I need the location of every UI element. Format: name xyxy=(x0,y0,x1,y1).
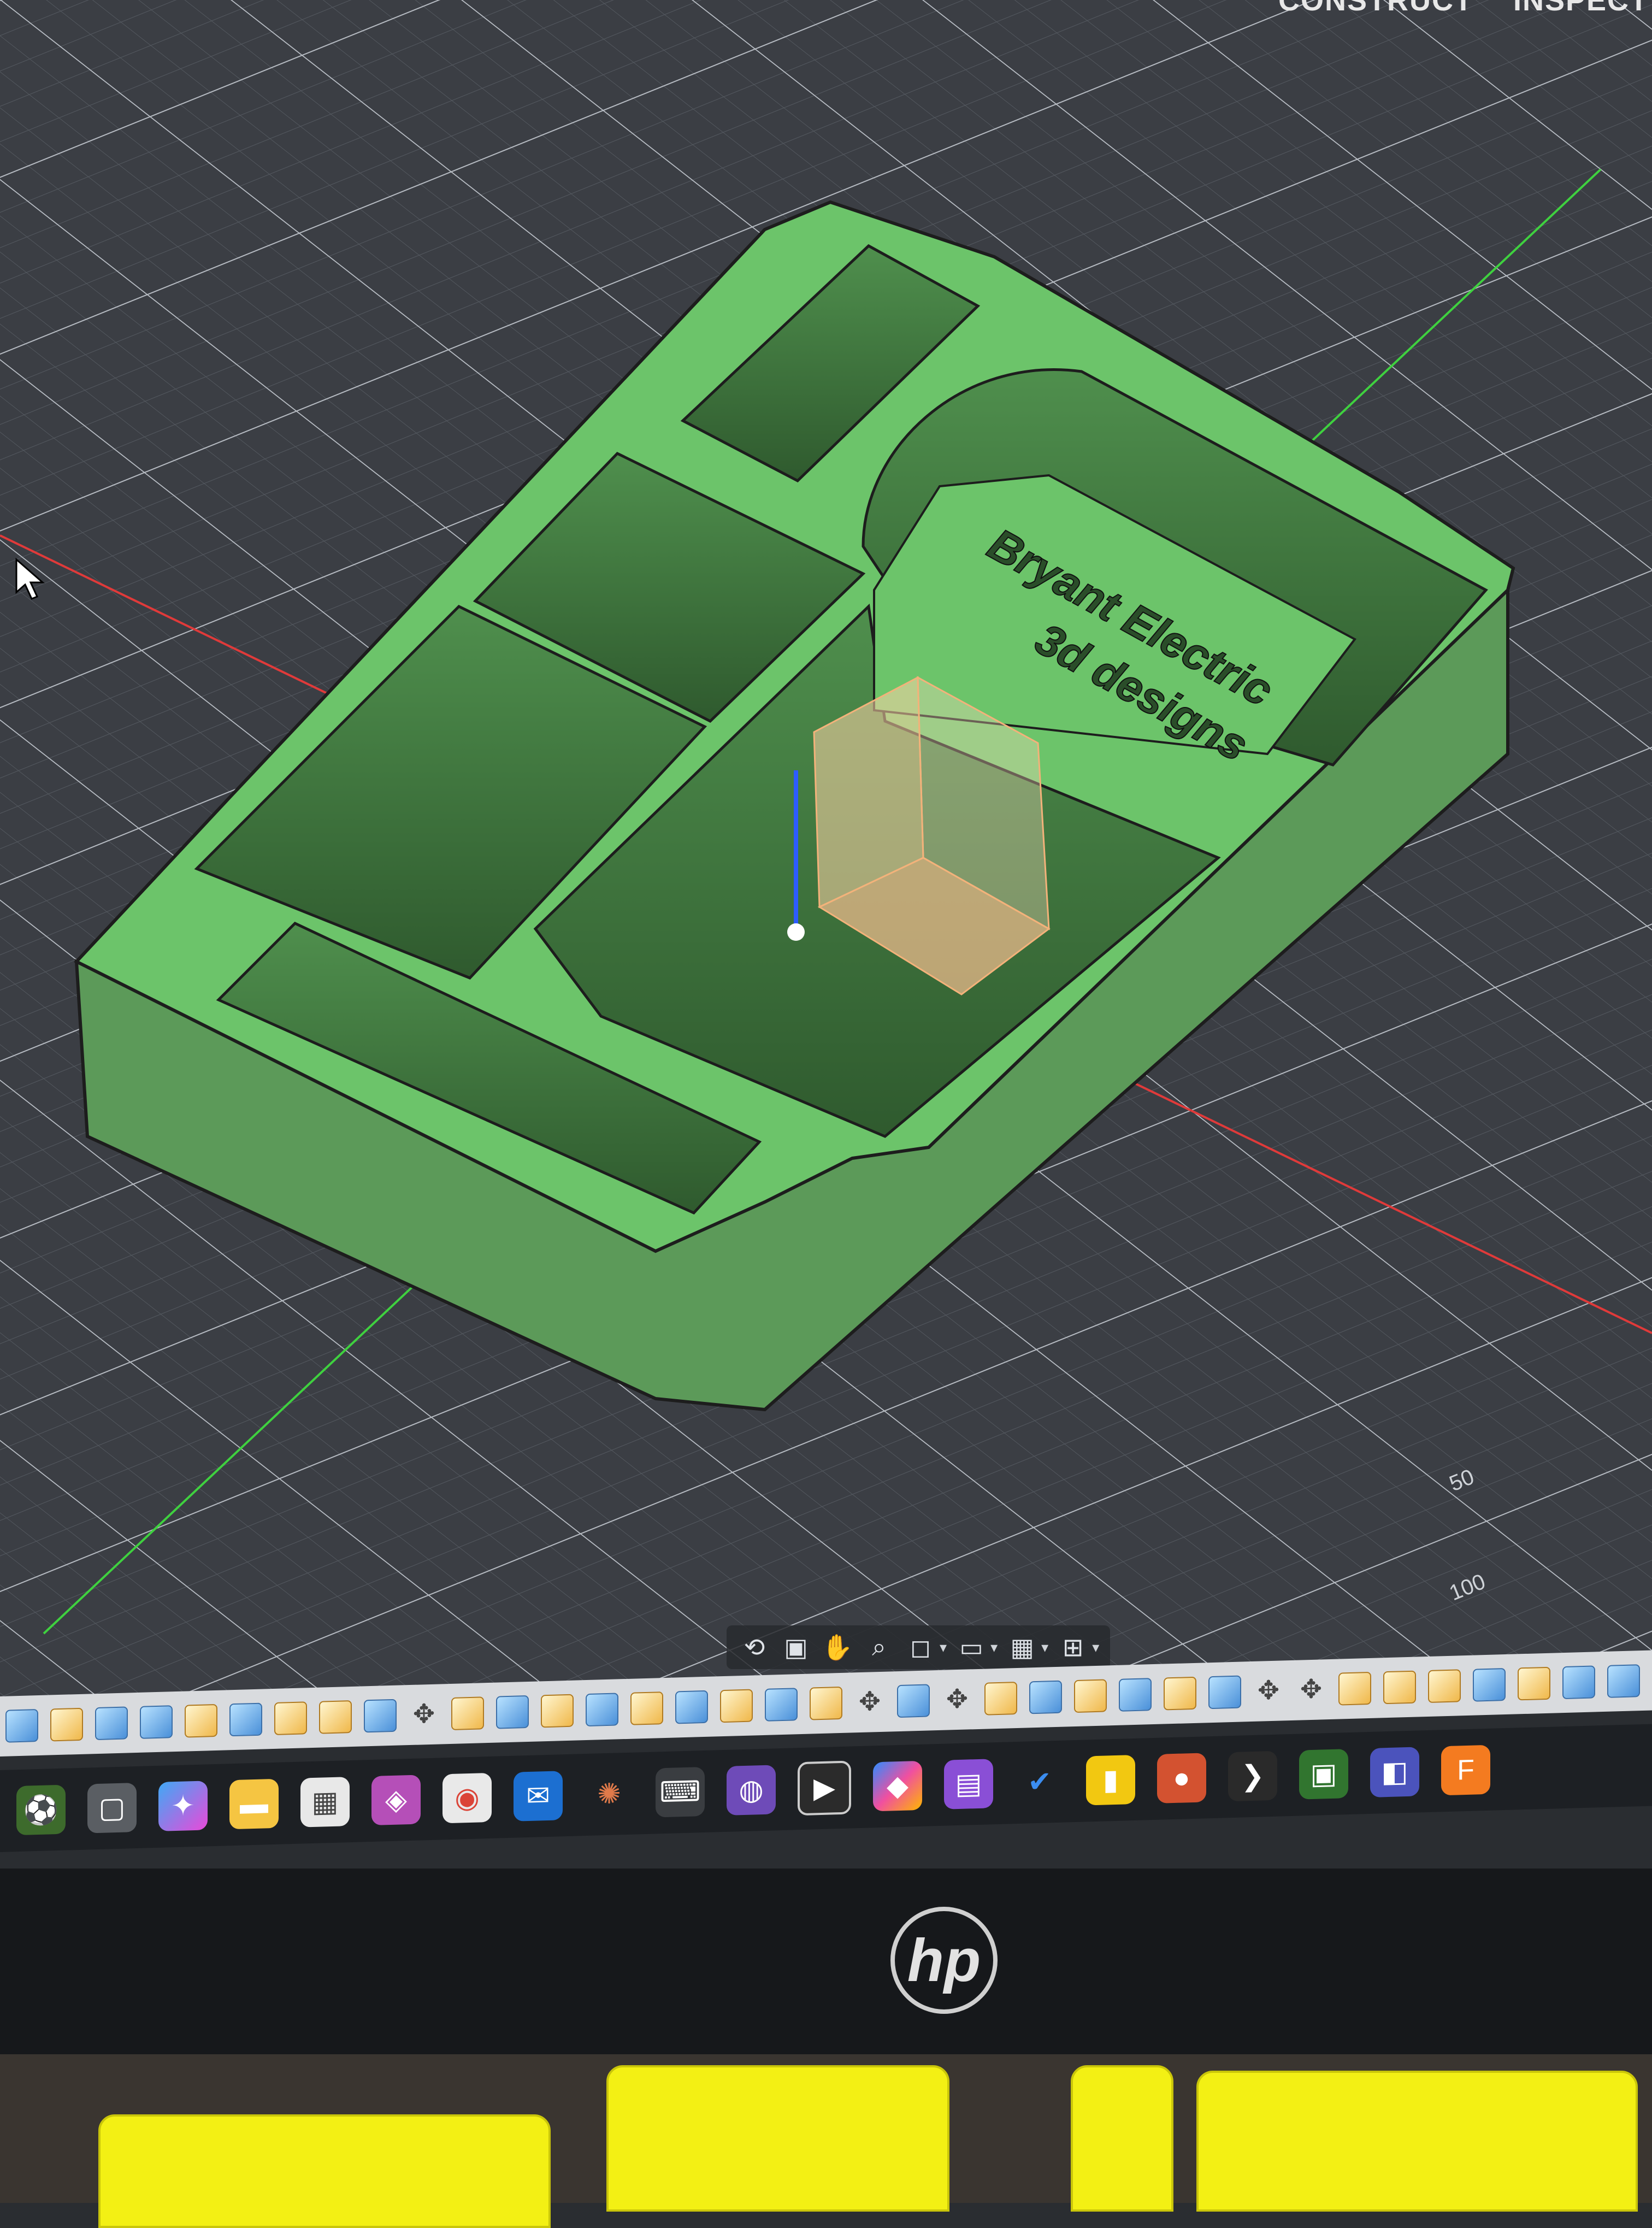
yellow-bin xyxy=(1196,2071,1638,2212)
desk-area xyxy=(0,2054,1652,2228)
sketch-tool-icon[interactable] xyxy=(1164,1676,1196,1711)
monitor-bezel xyxy=(0,1869,1652,2076)
github-icon[interactable]: ◍ xyxy=(727,1765,776,1816)
pan-icon[interactable]: ✋ xyxy=(821,1630,854,1664)
sketch-tool-icon[interactable] xyxy=(319,1700,352,1734)
media-player-icon[interactable]: ▶ xyxy=(798,1760,851,1816)
file-explorer-icon[interactable]: ▬ xyxy=(229,1778,279,1830)
origin-point[interactable] xyxy=(787,923,805,941)
sketch-tool-icon[interactable] xyxy=(50,1707,83,1742)
mesh-tool-icon[interactable] xyxy=(496,1695,529,1729)
sketch-tool-icon[interactable] xyxy=(1338,1671,1371,1706)
display-settings-icon[interactable]: ▭ xyxy=(954,1630,988,1664)
mesh-tool-icon[interactable] xyxy=(1607,1664,1640,1698)
fusion-icon[interactable]: F xyxy=(1441,1744,1490,1796)
claude-icon[interactable]: ✺ xyxy=(585,1769,634,1820)
terminal-icon[interactable]: ⌨ xyxy=(656,1766,705,1818)
project-icon[interactable]: ▣ xyxy=(1299,1749,1348,1800)
sketch-tool-icon[interactable] xyxy=(1428,1669,1461,1703)
microsoft-365-icon[interactable]: ◆ xyxy=(873,1760,922,1812)
mesh-tool-icon[interactable] xyxy=(675,1690,708,1724)
viewports-dropdown-icon[interactable]: ▾ xyxy=(1092,1639,1099,1656)
fit-icon[interactable]: ◻ xyxy=(904,1630,937,1664)
task-view-icon[interactable]: ▢ xyxy=(87,1783,137,1834)
grid-dropdown-icon[interactable]: ▾ xyxy=(1041,1639,1048,1656)
chrome-icon[interactable]: ◉ xyxy=(442,1772,492,1824)
mouse-cursor-icon xyxy=(15,557,45,600)
sketch-tool-icon[interactable] xyxy=(630,1691,663,1725)
move-tool-icon[interactable]: ✥ xyxy=(409,1699,439,1731)
clipchamp-icon[interactable]: ▤ xyxy=(944,1759,993,1809)
zoom-icon[interactable]: ⌕ xyxy=(862,1630,896,1664)
powershell-icon[interactable]: ❯ xyxy=(1228,1750,1277,1802)
outlook-icon[interactable]: ✉ xyxy=(514,1771,563,1822)
grid-settings-icon[interactable]: ▦ xyxy=(1005,1630,1039,1664)
mesh-tool-icon[interactable] xyxy=(364,1699,397,1733)
3d-scene[interactable]: Bryant Electric 3d designs 50 100 xyxy=(0,0,1652,1705)
viewports-icon[interactable]: ⊞ xyxy=(1056,1630,1090,1664)
display-dropdown-icon[interactable]: ▾ xyxy=(990,1639,998,1656)
mesh-tool-icon[interactable] xyxy=(1208,1675,1241,1710)
mesh-tool-icon[interactable] xyxy=(1119,1678,1152,1712)
look-at-icon[interactable]: ▣ xyxy=(779,1630,813,1664)
copilot-icon[interactable]: ✦ xyxy=(158,1781,208,1831)
move-tool-icon[interactable]: ✥ xyxy=(1296,1674,1326,1706)
mesh-tool-icon[interactable] xyxy=(140,1705,173,1739)
mesh-tool-icon[interactable] xyxy=(1029,1680,1062,1714)
sketch-tool-icon[interactable] xyxy=(984,1681,1017,1716)
hp-logo: hp xyxy=(890,1907,998,2014)
power-bi-icon[interactable]: ▮ xyxy=(1086,1754,1135,1806)
sketch-tool-icon[interactable] xyxy=(1074,1679,1107,1713)
sketch-tool-icon[interactable] xyxy=(810,1686,842,1720)
mesh-tool-icon[interactable] xyxy=(229,1702,262,1737)
powerpoint-icon[interactable]: ● xyxy=(1157,1753,1206,1803)
mesh-tool-icon[interactable] xyxy=(897,1684,930,1718)
yellow-bin xyxy=(1071,2065,1173,2212)
sketch-tool-icon[interactable] xyxy=(451,1696,484,1730)
tab-construct[interactable]: CONSTRUCT xyxy=(1278,0,1473,17)
navigation-toolbar: ⟲ ▣ ✋ ⌕ ◻ ▾ ▭ ▾ ▦ ▾ ⊞ ▾ xyxy=(727,1625,1111,1669)
todo-icon[interactable]: ✔ xyxy=(1015,1757,1064,1808)
yellow-bin xyxy=(98,2114,551,2228)
sketch-tool-icon[interactable] xyxy=(720,1689,753,1723)
move-tool-icon[interactable]: ✥ xyxy=(1253,1675,1284,1707)
weather-widget-icon[interactable]: ⚽ xyxy=(16,1784,66,1836)
teams-icon[interactable]: ◧ xyxy=(1370,1747,1419,1797)
power-apps-icon[interactable]: ◈ xyxy=(371,1775,421,1826)
mesh-tool-icon[interactable] xyxy=(765,1688,798,1722)
tab-inspect[interactable]: INSPECT xyxy=(1513,0,1649,17)
sketch-tool-icon[interactable] xyxy=(185,1704,217,1738)
3d-viewport[interactable]: Bryant Electric 3d designs 50 100 CONSTR… xyxy=(0,0,1652,1705)
move-tool-icon[interactable]: ✥ xyxy=(854,1687,885,1718)
orbit-icon[interactable]: ⟲ xyxy=(738,1630,771,1664)
sketch-tool-icon[interactable] xyxy=(1518,1666,1550,1701)
yellow-bin xyxy=(606,2065,949,2212)
sketch-tool-icon[interactable] xyxy=(1383,1670,1416,1705)
mesh-tool-icon[interactable] xyxy=(1473,1668,1506,1702)
fit-dropdown-icon[interactable]: ▾ xyxy=(940,1639,947,1656)
microsoft-store-icon[interactable]: ▦ xyxy=(300,1777,350,1828)
move-tool-icon[interactable]: ✥ xyxy=(942,1684,972,1716)
mesh-tool-icon[interactable] xyxy=(95,1706,128,1741)
mesh-tool-icon[interactable] xyxy=(586,1693,618,1727)
sketch-tool-icon[interactable] xyxy=(274,1701,307,1735)
sketch-tool-icon[interactable] xyxy=(541,1694,574,1728)
mesh-tool-icon[interactable] xyxy=(5,1709,38,1743)
mesh-tool-icon[interactable] xyxy=(1562,1665,1595,1700)
